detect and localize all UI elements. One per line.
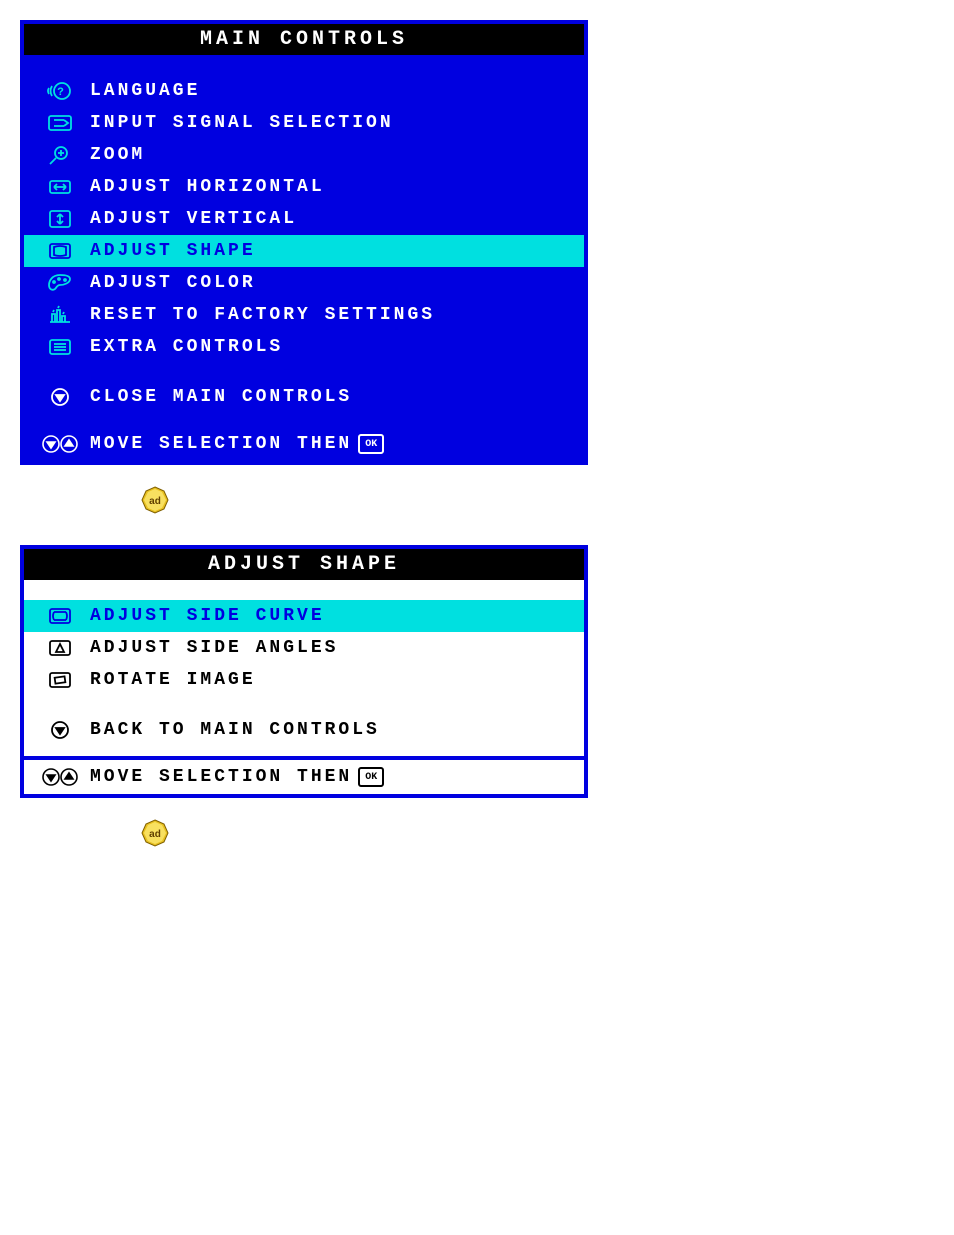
- menu-label: CLOSE MAIN CONTROLS: [82, 387, 352, 407]
- main-controls-title: MAIN CONTROLS: [24, 24, 584, 55]
- language-icon: ?: [38, 80, 82, 102]
- adjust-shape-window: ADJUST SHAPE ADJUST SIDE CURVE ADJUST SI…: [20, 545, 588, 798]
- menu-label: ROTATE IMAGE: [82, 670, 256, 690]
- menu-item-adjust-color[interactable]: ADJUST COLOR: [24, 267, 584, 299]
- svg-text:?: ?: [57, 87, 67, 99]
- ok-icon: OK: [358, 434, 384, 454]
- menu-item-input-signal[interactable]: INPUT SIGNAL SELECTION: [24, 107, 584, 139]
- main-controls-window: MAIN CONTROLS ? LANGUAGE INPUT SIGNAL SE…: [20, 20, 588, 465]
- side-curve-icon: [38, 605, 82, 627]
- input-signal-icon: [38, 112, 82, 134]
- menu-label: ADJUST SIDE CURVE: [82, 606, 325, 626]
- menu-item-extra-controls[interactable]: EXTRA CONTROLS: [24, 331, 584, 363]
- menu-item-adjust-horizontal[interactable]: ADJUST HORIZONTAL: [24, 171, 584, 203]
- footer-text: MOVE SELECTION THEN: [90, 767, 352, 787]
- menu-label: EXTRA CONTROLS: [82, 337, 283, 357]
- ok-button-gold[interactable]: ad: [140, 485, 934, 515]
- menu-label: ZOOM: [82, 145, 145, 165]
- menu-label: ADJUST COLOR: [82, 273, 256, 293]
- adjust-vertical-icon: [38, 208, 82, 230]
- extra-controls-icon: [38, 336, 82, 358]
- ok-button-gold[interactable]: ad: [140, 818, 934, 848]
- ok-icon: OK: [358, 767, 384, 787]
- factory-reset-icon: [38, 304, 82, 326]
- adjust-shape-body: ADJUST SIDE CURVE ADJUST SIDE ANGLES ROT…: [24, 580, 584, 756]
- menu-item-zoom[interactable]: ZOOM: [24, 139, 584, 171]
- adjust-shape-footer: MOVE SELECTION THEN OK: [24, 756, 584, 794]
- main-controls-body: ? LANGUAGE INPUT SIGNAL SELECTION ZOOM A…: [24, 55, 584, 423]
- menu-item-side-curve[interactable]: ADJUST SIDE CURVE: [24, 600, 584, 632]
- menu-item-side-angles[interactable]: ADJUST SIDE ANGLES: [24, 632, 584, 664]
- menu-item-language[interactable]: ? LANGUAGE: [24, 75, 584, 107]
- down-arrow-circle-icon: [38, 386, 82, 408]
- rotate-image-icon: [38, 669, 82, 691]
- menu-item-close-main[interactable]: CLOSE MAIN CONTROLS: [24, 381, 584, 413]
- footer-text: MOVE SELECTION THEN: [90, 434, 352, 454]
- side-angles-icon: [38, 637, 82, 659]
- menu-label: ADJUST SIDE ANGLES: [82, 638, 338, 658]
- menu-label: BACK TO MAIN CONTROLS: [82, 720, 380, 740]
- main-controls-footer: MOVE SELECTION THEN OK: [24, 423, 584, 461]
- zoom-icon: [38, 144, 82, 166]
- menu-label: ADJUST SHAPE: [82, 241, 256, 261]
- up-down-arrows-icon: [38, 766, 82, 788]
- menu-item-adjust-shape[interactable]: ADJUST SHAPE: [24, 235, 584, 267]
- svg-text:ad: ad: [149, 496, 161, 507]
- menu-label: INPUT SIGNAL SELECTION: [82, 113, 394, 133]
- down-arrow-circle-icon: [38, 719, 82, 741]
- up-down-arrows-icon: [38, 433, 82, 455]
- adjust-horizontal-icon: [38, 176, 82, 198]
- menu-label: RESET TO FACTORY SETTINGS: [82, 305, 435, 325]
- menu-item-back-main[interactable]: BACK TO MAIN CONTROLS: [24, 714, 584, 746]
- menu-label: ADJUST VERTICAL: [82, 209, 297, 229]
- adjust-shape-title: ADJUST SHAPE: [24, 549, 584, 580]
- menu-item-rotate-image[interactable]: ROTATE IMAGE: [24, 664, 584, 696]
- adjust-shape-icon: [38, 240, 82, 262]
- adjust-color-icon: [38, 272, 82, 294]
- menu-label: ADJUST HORIZONTAL: [82, 177, 325, 197]
- menu-item-adjust-vertical[interactable]: ADJUST VERTICAL: [24, 203, 584, 235]
- menu-label: LANGUAGE: [82, 81, 200, 101]
- menu-item-reset-factory[interactable]: RESET TO FACTORY SETTINGS: [24, 299, 584, 331]
- svg-text:ad: ad: [149, 829, 161, 840]
